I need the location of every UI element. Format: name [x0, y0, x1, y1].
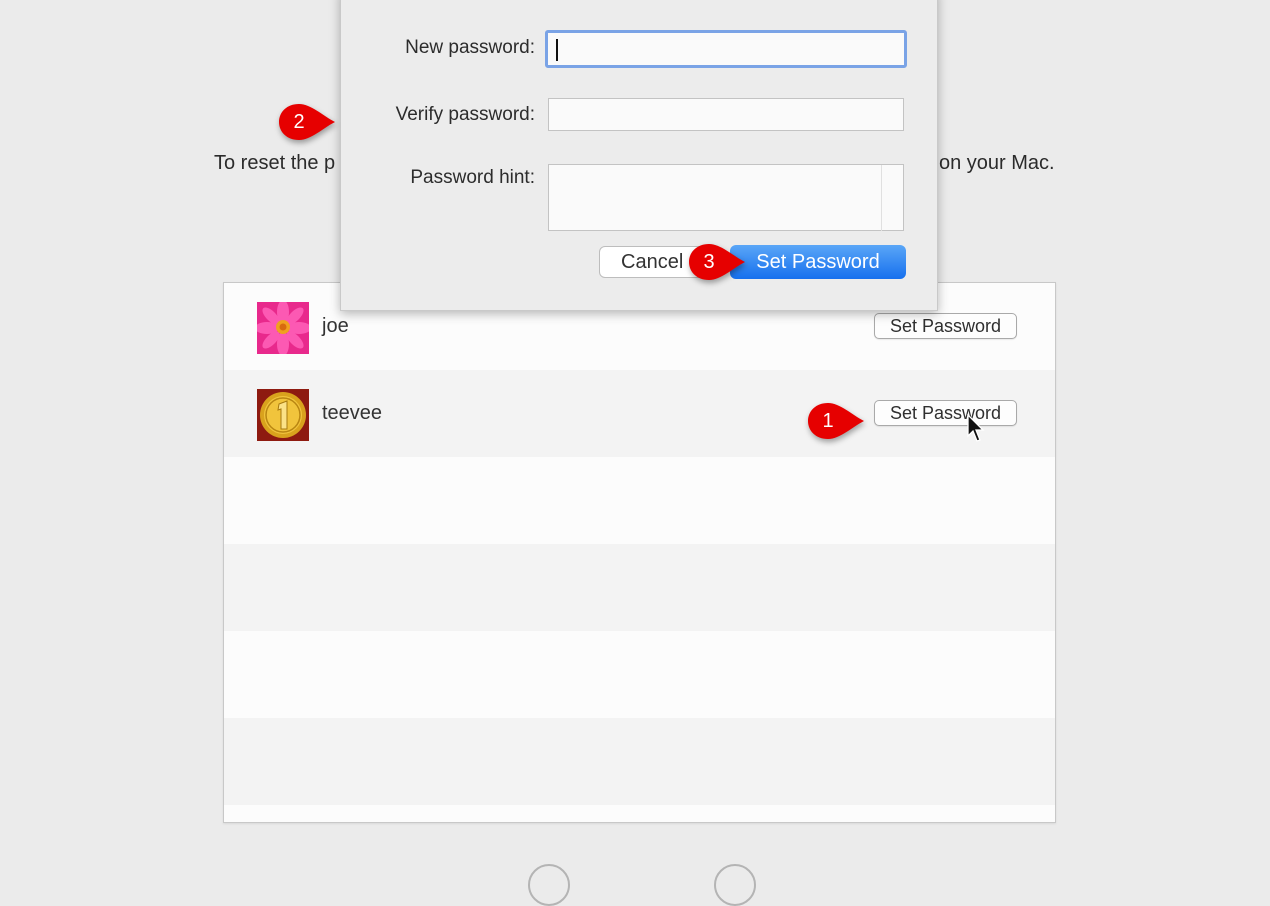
set-password-button[interactable]: Set Password	[730, 245, 906, 279]
verify-password-field[interactable]	[548, 98, 904, 131]
empty-row	[224, 457, 1055, 544]
empty-row	[224, 718, 1055, 805]
set-password-button-joe[interactable]: Set Password	[874, 313, 1017, 339]
annotation-marker-1: 1	[806, 401, 866, 441]
password-hint-field[interactable]	[548, 164, 904, 231]
password-hint-label: Password hint:	[410, 167, 535, 188]
set-password-dialog: New password: Verify password: Password …	[340, 0, 938, 311]
user-name: joe	[322, 315, 349, 337]
bottom-circle-button[interactable]	[528, 864, 570, 906]
annotation-marker-2: 2	[277, 102, 337, 142]
instruction-text-left: To reset the p	[214, 152, 336, 174]
empty-row	[224, 805, 1055, 822]
user-row-teevee[interactable]: teevee Set Password	[224, 370, 1055, 457]
user-name: teevee	[322, 402, 383, 424]
hint-scroll-divider	[881, 165, 882, 231]
new-password-field[interactable]	[545, 30, 907, 68]
empty-row	[224, 631, 1055, 718]
set-password-button-teevee[interactable]: Set Password	[874, 400, 1017, 426]
new-password-label: New password:	[405, 37, 535, 58]
annotation-marker-3: 3	[687, 242, 747, 282]
gold-medal-icon	[257, 389, 309, 441]
text-cursor	[556, 39, 558, 61]
empty-row	[224, 544, 1055, 631]
instruction-text-right: on your Mac.	[939, 152, 1055, 174]
mouse-pointer-icon	[967, 414, 985, 442]
verify-password-label: Verify password:	[395, 104, 535, 125]
user-list: joe Set Password teevee Set Password	[223, 282, 1056, 823]
bottom-circle-button[interactable]	[714, 864, 756, 906]
pink-flower-icon	[257, 302, 309, 354]
